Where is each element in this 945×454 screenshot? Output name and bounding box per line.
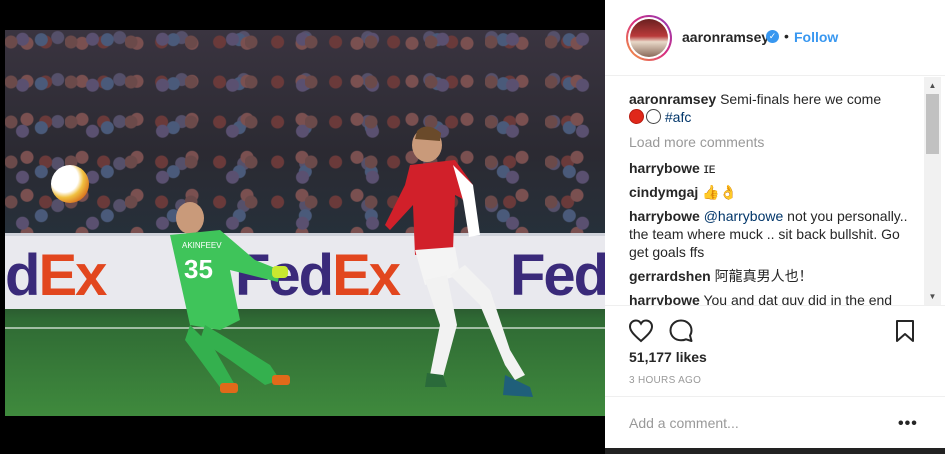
comment-username[interactable]: cindymgaj <box>629 184 698 200</box>
goalkeeper-figure: 35 AKINFEEV <box>170 202 290 393</box>
post-photo[interactable]: dEx FedEx Fed 35 AKINFEEV <box>5 30 605 416</box>
comments-list: aaronramsey Semi-finals here we come #af… <box>605 77 925 305</box>
keeper-number: 35 <box>184 254 213 284</box>
red-circle-emoji-icon <box>629 109 644 124</box>
comment-username[interactable]: gerrardshen <box>629 268 711 284</box>
comment-item: harrybowe ɪᴇ <box>629 159 919 177</box>
white-circle-emoji-icon <box>646 109 661 124</box>
header-username[interactable]: aaronramsey <box>682 29 769 45</box>
bookmark-icon[interactable] <box>892 318 918 344</box>
comment-username[interactable]: harrybowe <box>629 160 700 176</box>
comment-item: cindymgaj 👍👌 <box>629 183 919 201</box>
post-timestamp: 3 HOURS AGO <box>629 375 702 386</box>
comments-scrollbar[interactable]: ▲ ▼ <box>924 77 941 305</box>
verified-badge-icon: ✓ <box>766 30 779 43</box>
football <box>51 165 89 203</box>
keeper-name: AKINFEEV <box>182 241 222 250</box>
heart-icon[interactable] <box>628 318 654 344</box>
post-media: dEx FedEx Fed 35 AKINFEEV <box>0 0 605 454</box>
caption-hashtag[interactable]: #afc <box>665 109 691 125</box>
avatar[interactable] <box>626 15 672 61</box>
follow-button[interactable]: Follow <box>794 29 838 45</box>
action-bar <box>605 305 945 349</box>
post-header: aaronramsey ✓ • Follow <box>605 0 945 76</box>
comment-item: gerrardshen 阿龍真男人也！ <box>629 267 919 285</box>
comment-mention[interactable]: @harrybowe <box>704 208 784 224</box>
profile-picture <box>630 19 668 57</box>
comment-username[interactable]: harrybowe <box>629 208 700 224</box>
caption-username[interactable]: aaronramsey <box>629 91 716 107</box>
scroll-down-arrow-icon[interactable]: ▼ <box>924 288 941 305</box>
comment-text: You and dat guy did in the end <box>703 292 893 305</box>
comment-item: harrybowe @harrybowe not you personally.… <box>629 207 919 261</box>
ad-text-left: dEx <box>5 243 107 308</box>
caption: aaronramsey Semi-finals here we come #af… <box>629 90 919 126</box>
comment-item: harrybowe You and dat guy did in the end <box>629 291 919 305</box>
likes-count[interactable]: 51,177 likes <box>629 349 707 365</box>
comment-username[interactable]: harrybowe <box>629 292 700 305</box>
caption-text: Semi-finals here we come <box>720 91 882 107</box>
add-comment-input[interactable]: Add a comment... <box>629 415 739 431</box>
comment-icon[interactable] <box>668 318 694 344</box>
bottom-strip <box>605 448 945 454</box>
comment-text: ɪᴇ <box>703 160 716 176</box>
striker-figure <box>385 126 533 397</box>
comment-text: 阿龍真男人也！ <box>714 268 813 284</box>
load-more-comments-button[interactable]: Load more comments <box>629 134 764 150</box>
post-details-panel: aaronramsey ✓ • Follow aaronramsey Semi-… <box>605 0 945 454</box>
more-options-icon[interactable]: ••• <box>898 415 918 433</box>
scroll-up-arrow-icon[interactable]: ▲ <box>924 77 941 94</box>
add-comment-bar: Add a comment... ••• <box>605 396 945 448</box>
scrollbar-thumb[interactable] <box>926 94 939 154</box>
comment-text: 👍👌 <box>702 184 738 200</box>
separator-dot: • <box>784 28 789 44</box>
